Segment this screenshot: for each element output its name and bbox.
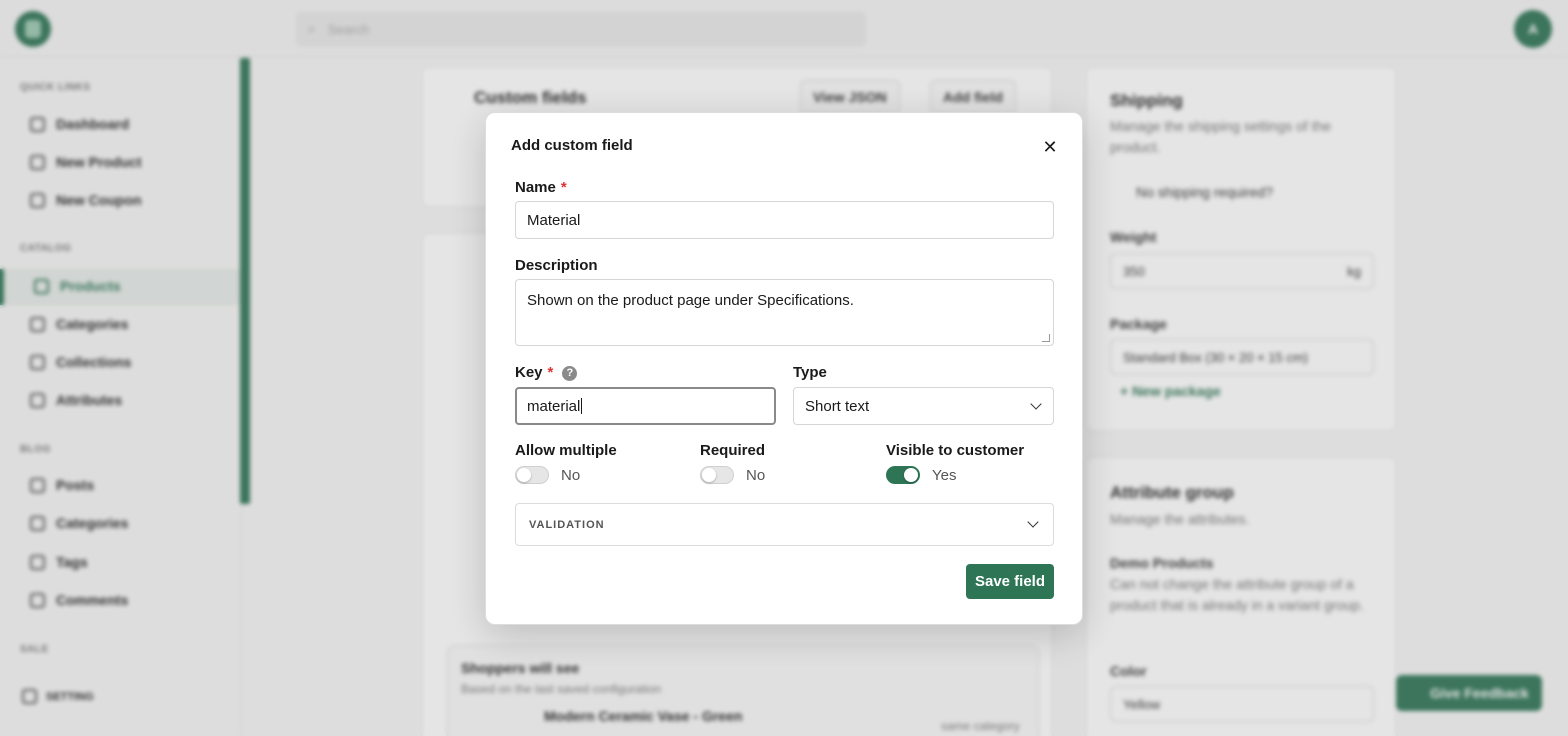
type-value: Short text bbox=[805, 398, 870, 415]
type-label: Type bbox=[793, 364, 827, 381]
name-input[interactable]: Material bbox=[515, 201, 1054, 239]
name-label-text: Name bbox=[515, 179, 556, 196]
visible-to-customer-toggle[interactable] bbox=[886, 466, 920, 484]
toggle-knob bbox=[904, 468, 918, 482]
required-toggle[interactable] bbox=[700, 466, 734, 484]
text-caret bbox=[581, 398, 583, 414]
chevron-down-icon bbox=[1027, 516, 1039, 528]
dialog-title: Add custom field bbox=[511, 137, 633, 154]
description-label: Description bbox=[515, 257, 598, 274]
required-value: No bbox=[746, 467, 766, 484]
toggle-knob bbox=[517, 468, 531, 482]
toggle-knob bbox=[702, 468, 716, 482]
resize-handle-icon[interactable] bbox=[1041, 334, 1051, 342]
type-select[interactable]: Short text bbox=[793, 387, 1054, 425]
description-value: Shown on the product page under Specific… bbox=[527, 292, 854, 309]
name-value: Material bbox=[527, 212, 581, 229]
help-icon[interactable]: ? bbox=[562, 366, 578, 381]
required-label: Required bbox=[700, 442, 766, 459]
add-custom-field-dialog: Add custom field ✕ Name * Material Descri… bbox=[485, 112, 1083, 625]
visible-to-customer-value: Yes bbox=[932, 467, 957, 484]
allow-multiple-label: Allow multiple bbox=[515, 442, 617, 459]
validation-accordion[interactable]: VALIDATION bbox=[515, 503, 1054, 546]
allow-multiple-value: No bbox=[561, 467, 581, 484]
required-mark: * bbox=[547, 364, 554, 381]
save-field-button[interactable]: Save field bbox=[966, 564, 1054, 599]
validation-label: VALIDATION bbox=[529, 519, 605, 531]
key-value: material bbox=[527, 398, 581, 415]
key-label-text: Key bbox=[515, 364, 543, 381]
key-label: Key *? bbox=[515, 364, 578, 381]
chevron-down-icon bbox=[1030, 398, 1042, 410]
name-label: Name * bbox=[515, 179, 567, 196]
required-mark: * bbox=[560, 179, 567, 196]
allow-multiple-toggle[interactable] bbox=[515, 466, 549, 484]
visible-to-customer-label: Visible to customer bbox=[886, 442, 1025, 459]
key-input[interactable]: material bbox=[515, 387, 776, 425]
close-icon[interactable]: ✕ bbox=[1040, 137, 1060, 157]
description-textarea[interactable]: Shown on the product page under Specific… bbox=[515, 279, 1054, 346]
